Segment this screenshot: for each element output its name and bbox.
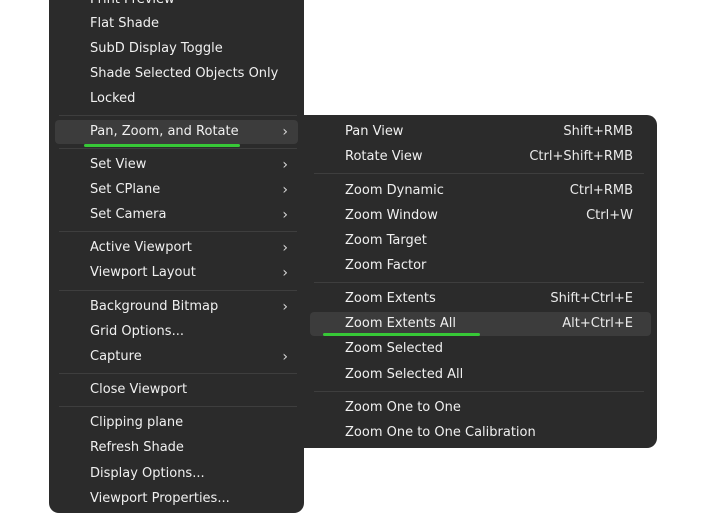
submenu-item-rotate-view[interactable]: Rotate View Ctrl+Shift+RMB [310,145,651,169]
menu-separator [314,391,644,392]
submenu-item-zoom-dynamic[interactable]: Zoom Dynamic Ctrl+RMB [310,179,651,203]
menu-item-label: Close Viewport [90,382,188,397]
menu-item-label: Print Preview [90,0,175,12]
menu-item-viewport-properties[interactable]: Viewport Properties... [55,487,298,511]
menu-item-label: Zoom Selected [345,341,443,356]
submenu-item-zoom-target[interactable]: Zoom Target [310,229,651,253]
submenu-item-zoom-selected-all[interactable]: Zoom Selected All [310,363,651,387]
menu-item-label: Zoom Dynamic [345,183,444,198]
chevron-right-icon: › [282,157,288,173]
menu-item-label: Zoom Target [345,233,427,248]
menu-item-capture[interactable]: Capture › [55,345,298,369]
menu-item-active-viewport[interactable]: Active Viewport › [55,236,298,260]
menu-item-label: Zoom Window [345,208,438,223]
menu-item-label: Rotate View [345,149,423,164]
menu-item-clipping-plane[interactable]: Clipping plane [55,411,298,435]
highlight-underline [323,333,480,336]
menu-item-label: Refresh Shade [90,440,184,455]
menu-item-label: Shade Selected Objects Only [90,66,279,81]
chevron-right-icon: › [282,240,288,256]
menu-item-label: Zoom Factor [345,258,427,273]
menu-item-print-preview[interactable]: Print Preview [55,0,298,12]
chevron-right-icon: › [282,299,288,315]
menu-item-label: Clipping plane [90,415,184,430]
chevron-right-icon: › [282,349,288,365]
menu-item-label: Zoom One to One Calibration [345,425,536,440]
menu-item-subd-display-toggle[interactable]: SubD Display Toggle [55,37,298,61]
menu-item-label: Pan View [345,124,404,139]
menu-item-display-options[interactable]: Display Options... [55,462,298,486]
menu-item-label: Viewport Properties... [90,491,230,506]
shortcut-label: Ctrl+Shift+RMB [529,149,633,164]
menu-item-label: Zoom Selected All [345,367,464,382]
menu-item-label: Zoom One to One [345,400,461,415]
shortcut-label: Ctrl+RMB [569,183,633,198]
menu-separator [59,406,297,407]
menu-item-label: Set CPlane [90,182,161,197]
shortcut-label: Alt+Ctrl+E [562,316,633,331]
submenu-item-zoom-factor[interactable]: Zoom Factor [310,254,651,278]
menu-item-flat-shade[interactable]: Flat Shade [55,12,298,36]
menu-item-refresh-shade[interactable]: Refresh Shade [55,436,298,460]
chevron-right-icon: › [282,182,288,198]
menu-separator [314,173,644,174]
shortcut-label: Shift+Ctrl+E [550,291,633,306]
pan-zoom-rotate-submenu: Pan View Shift+RMB Rotate View Ctrl+Shif… [304,115,657,448]
menu-separator [314,282,644,283]
shortcut-label: Shift+RMB [563,124,633,139]
submenu-item-zoom-selected[interactable]: Zoom Selected [310,337,651,361]
chevron-right-icon: › [282,265,288,281]
menu-item-label: Set View [90,157,147,172]
menu-separator [59,115,297,116]
menu-item-viewport-layout[interactable]: Viewport Layout › [55,261,298,285]
menu-item-label: Grid Options... [90,324,184,339]
menu-item-grid-options[interactable]: Grid Options... [55,320,298,344]
menu-item-label: Locked [90,91,136,106]
menu-item-label: SubD Display Toggle [90,41,223,56]
viewport-context-menu: Print Preview Flat Shade SubD Display To… [49,0,304,513]
menu-item-close-viewport[interactable]: Close Viewport [55,378,298,402]
menu-separator [59,290,297,291]
menu-item-label: Active Viewport [90,240,192,255]
menu-item-label: Flat Shade [90,16,159,31]
menu-item-pan-zoom-rotate[interactable]: Pan, Zoom, and Rotate › [55,120,298,144]
menu-item-set-cplane[interactable]: Set CPlane › [55,178,298,202]
menu-item-locked[interactable]: Locked [55,87,298,111]
submenu-item-zoom-one-to-one[interactable]: Zoom One to One [310,396,651,420]
submenu-item-pan-view[interactable]: Pan View Shift+RMB [310,120,651,144]
menu-separator [59,148,297,149]
menu-item-background-bitmap[interactable]: Background Bitmap › [55,295,298,319]
menu-item-label: Background Bitmap [90,299,219,314]
menu-item-label: Pan, Zoom, and Rotate [90,124,239,139]
menu-item-shade-selected-objects-only[interactable]: Shade Selected Objects Only [55,62,298,86]
shortcut-label: Ctrl+W [586,208,633,223]
menu-item-set-camera[interactable]: Set Camera › [55,203,298,227]
menu-item-label: Capture [90,349,142,364]
menu-item-label: Viewport Layout [90,265,196,280]
menu-item-label: Set Camera [90,207,167,222]
submenu-item-zoom-window[interactable]: Zoom Window Ctrl+W [310,204,651,228]
chevron-right-icon: › [282,207,288,223]
submenu-item-zoom-extents[interactable]: Zoom Extents Shift+Ctrl+E [310,287,651,311]
menu-item-label: Display Options... [90,466,205,481]
menu-separator [59,373,297,374]
highlight-underline [84,144,240,147]
menu-separator [59,231,297,232]
menu-item-set-view[interactable]: Set View › [55,153,298,177]
submenu-item-zoom-one-to-one-calibration[interactable]: Zoom One to One Calibration [310,421,651,445]
chevron-right-icon: › [282,124,288,140]
menu-item-label: Zoom Extents [345,291,436,306]
